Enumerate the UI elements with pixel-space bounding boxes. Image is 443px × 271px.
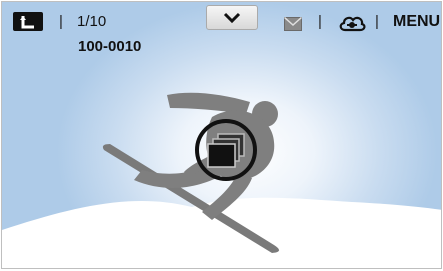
separator: | xyxy=(318,13,322,30)
dropdown-tab[interactable] xyxy=(206,5,258,30)
menu-button[interactable]: MENU xyxy=(393,14,440,30)
chevron-down-icon xyxy=(223,12,241,23)
back-button[interactable] xyxy=(13,12,43,31)
file-number: 100-0010 xyxy=(78,38,142,55)
playback-screen: | 1/10 | | MENU 100-0010 xyxy=(1,1,442,269)
separator: | xyxy=(59,13,63,30)
envelope-icon[interactable] xyxy=(284,17,302,31)
top-toolbar: | 1/10 | | MENU xyxy=(2,2,441,42)
image-counter: 1/10 xyxy=(77,13,107,30)
separator: | xyxy=(375,13,379,30)
photo-group-icon[interactable] xyxy=(190,114,262,186)
cloud-share-icon[interactable] xyxy=(338,13,366,33)
back-arrow-icon xyxy=(20,15,34,28)
